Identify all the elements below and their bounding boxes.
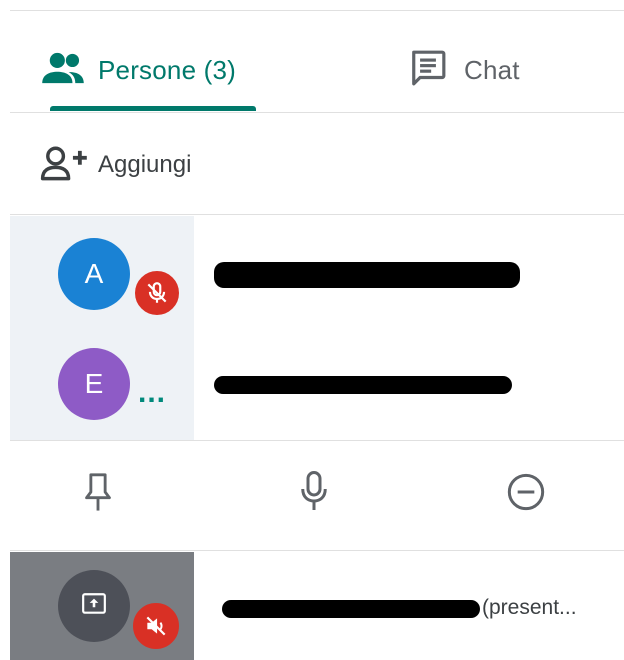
person-add-icon bbox=[40, 145, 92, 186]
present-screen-icon bbox=[81, 592, 107, 621]
participant-name-redacted bbox=[214, 262, 520, 288]
avatar-initial: E bbox=[84, 368, 104, 399]
presentation-suffix: (present... bbox=[482, 596, 577, 619]
add-people-label: Aggiungi bbox=[98, 151, 192, 178]
mute-mic-button[interactable] bbox=[284, 464, 344, 524]
tabs-divider bbox=[10, 112, 624, 113]
pin-icon bbox=[83, 472, 113, 517]
list-divider bbox=[10, 440, 624, 441]
avatar: E bbox=[58, 348, 130, 420]
mic-icon bbox=[299, 470, 329, 518]
avatar bbox=[58, 570, 130, 642]
pin-button[interactable] bbox=[68, 464, 128, 524]
presenter-name-redacted bbox=[222, 600, 480, 618]
volume-off-icon bbox=[130, 600, 182, 652]
add-divider bbox=[10, 214, 624, 215]
top-divider bbox=[10, 10, 624, 11]
add-people-button[interactable]: Aggiungi bbox=[40, 140, 191, 190]
people-icon bbox=[40, 51, 86, 90]
participant-name-redacted bbox=[214, 376, 512, 394]
actions-divider bbox=[10, 550, 624, 551]
avatar: A bbox=[58, 238, 130, 310]
chat-icon bbox=[408, 49, 448, 92]
tab-chat-label: Chat bbox=[464, 54, 520, 85]
mic-off-icon bbox=[132, 268, 182, 318]
more-dots-icon: ... bbox=[138, 376, 167, 409]
avatar-initial: A bbox=[84, 258, 104, 289]
remove-participant-button[interactable] bbox=[496, 464, 556, 524]
remove-circle-icon bbox=[506, 472, 546, 517]
active-tab-indicator bbox=[50, 106, 256, 111]
tab-chat[interactable]: Chat bbox=[408, 30, 520, 110]
tab-people-label: Persone (3) bbox=[98, 54, 237, 85]
tab-people[interactable]: Persone (3) bbox=[40, 30, 236, 110]
